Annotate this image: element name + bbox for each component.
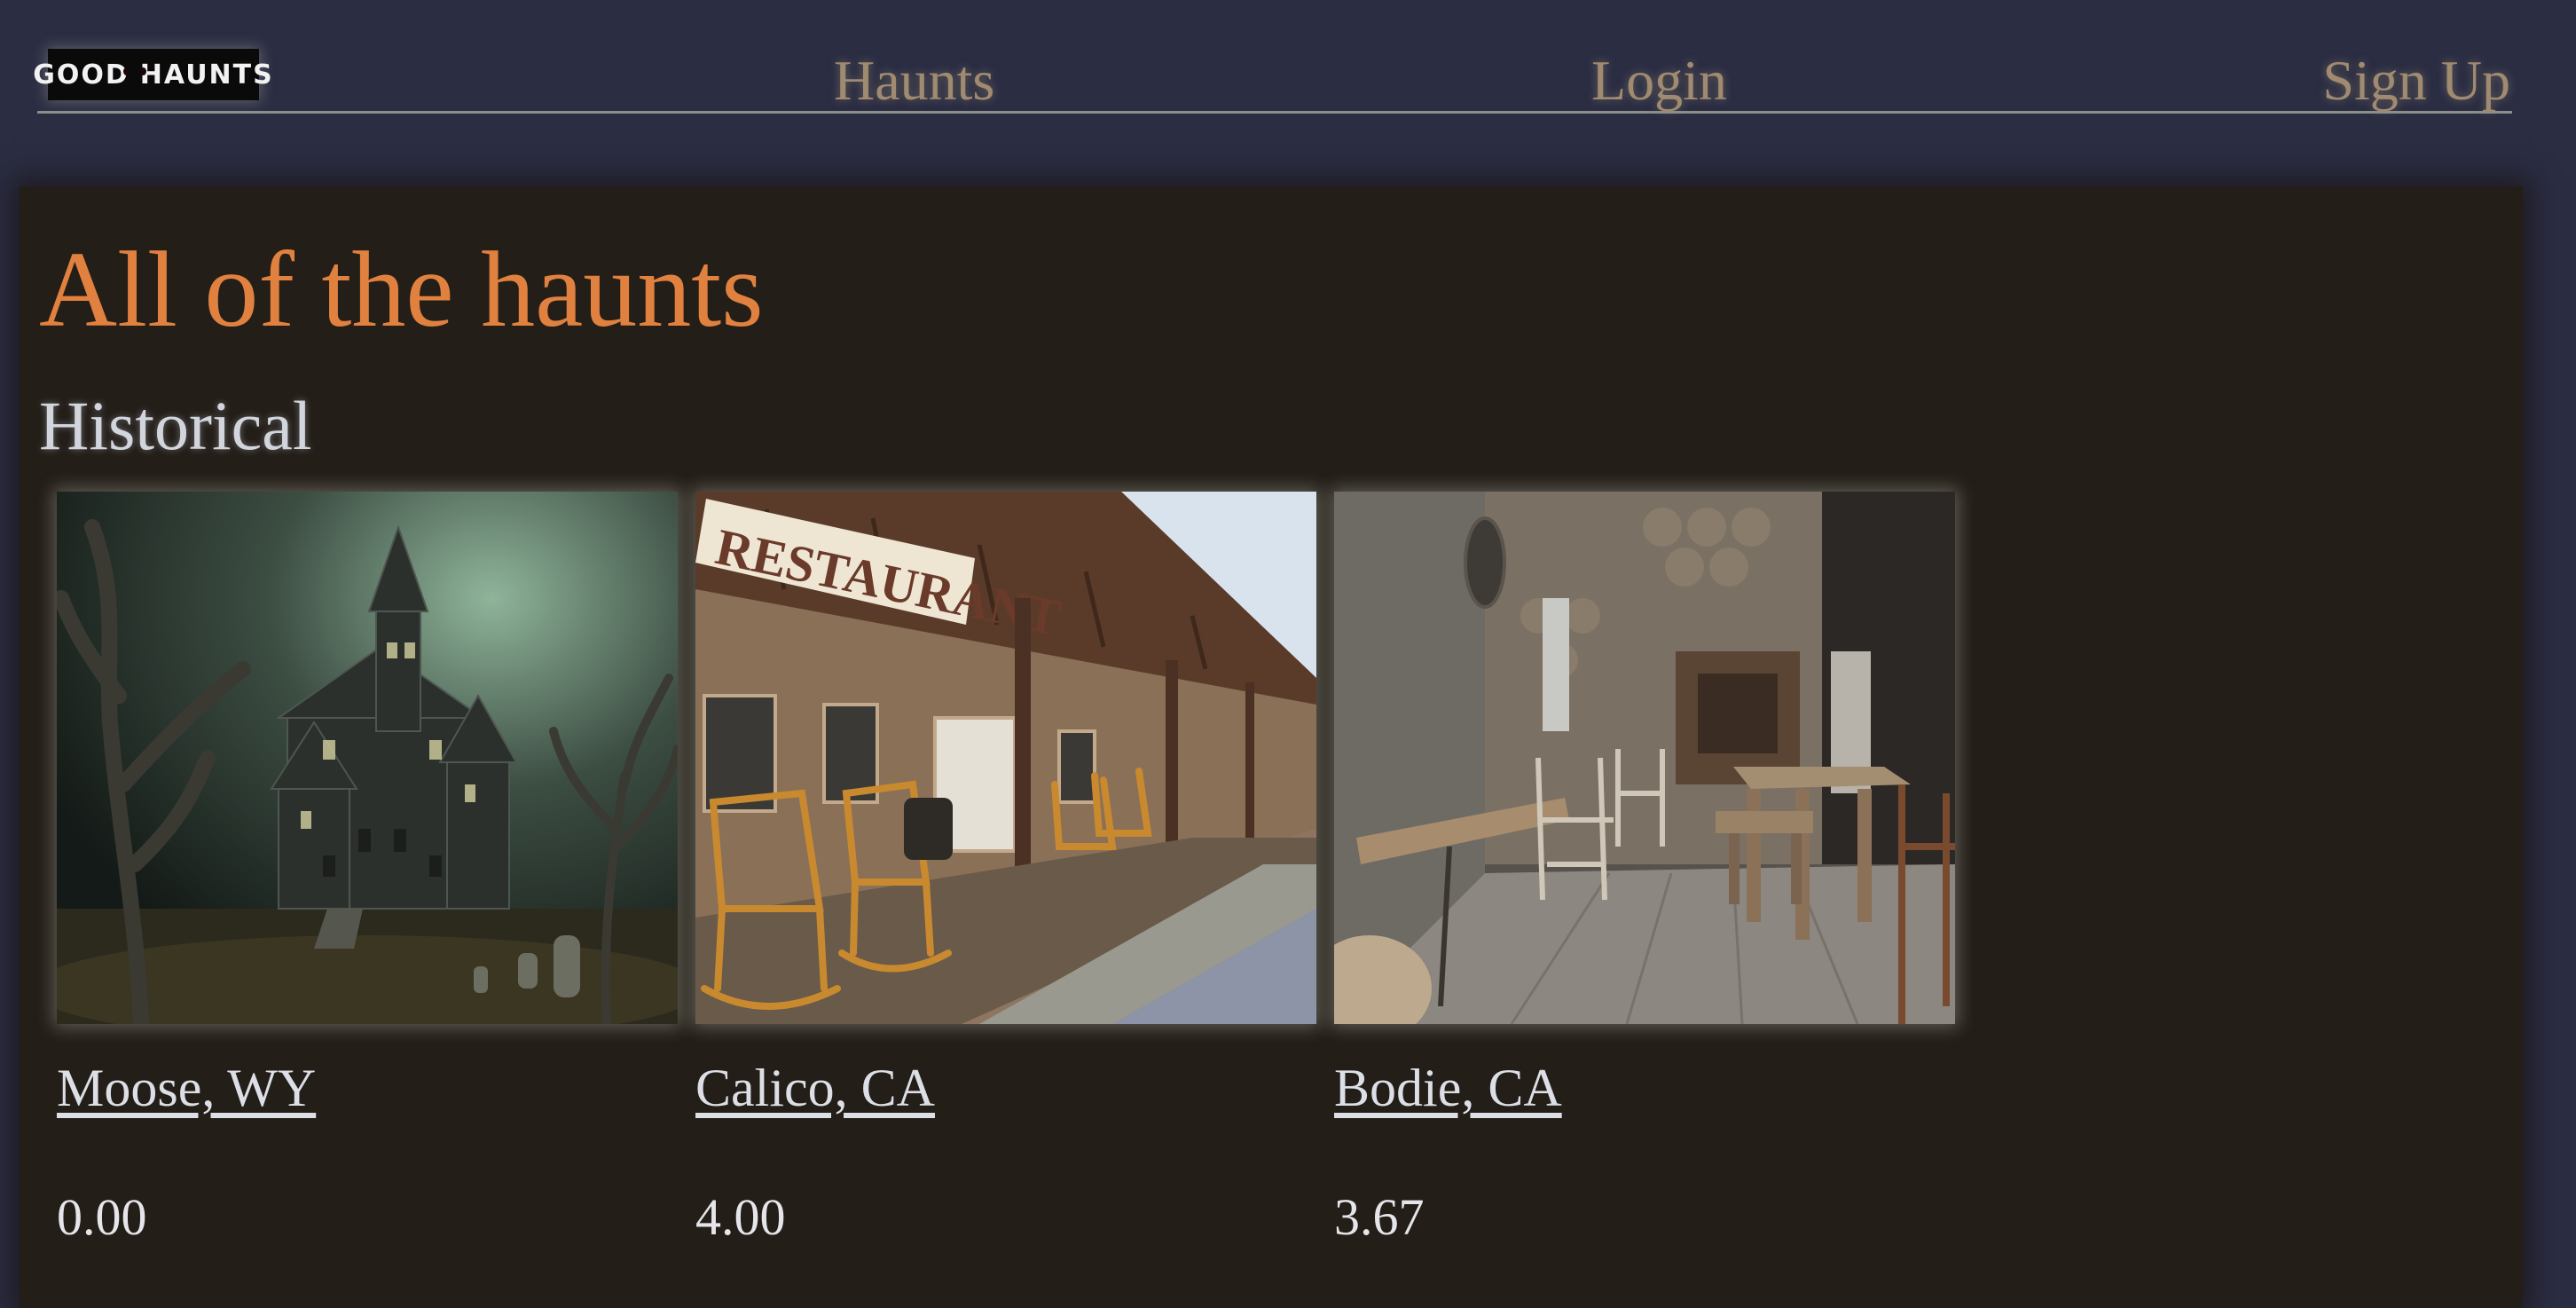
- logo-right-text: HAUNTS: [139, 59, 274, 91]
- nav-haunts-link[interactable]: Haunts: [834, 48, 994, 114]
- section-title-historical: Historical: [39, 387, 312, 464]
- haunt-name-link[interactable]: Bodie, CA: [1334, 1058, 1562, 1119]
- haunt-card: RESTAURANT Calico, CA 4.00: [695, 492, 1316, 1246]
- haunt-rating: 0.00: [57, 1188, 147, 1246]
- haunts-panel: All of the haunts Historical Moose, WY 0…: [20, 186, 2523, 1308]
- haunt-name-link[interactable]: Calico, CA: [695, 1058, 935, 1119]
- haunt-card: Bodie, CA 3.67: [1334, 492, 1955, 1246]
- page-title: All of the haunts: [39, 230, 764, 350]
- haunt-card: Moose, WY 0.00: [57, 492, 678, 1246]
- good-haunts-logo[interactable]: GOOD HAUNTS: [33, 49, 272, 100]
- restaurant-porch-image[interactable]: RESTAURANT: [695, 492, 1316, 1024]
- nav-login-link[interactable]: Login: [1591, 48, 1727, 114]
- nav-signup-link[interactable]: Sign Up: [2322, 48, 2510, 114]
- top-nav: GOOD HAUNTS Haunts Login Sign Up: [33, 44, 2512, 114]
- haunt-rating: 3.67: [1334, 1188, 1425, 1246]
- haunt-rating: 4.00: [695, 1188, 786, 1246]
- haunt-name-link[interactable]: Moose, WY: [57, 1058, 316, 1119]
- haunted-mansion-image[interactable]: [57, 492, 678, 1024]
- abandoned-interior-image[interactable]: [1334, 492, 1955, 1024]
- logo-left-text: GOOD: [33, 59, 130, 91]
